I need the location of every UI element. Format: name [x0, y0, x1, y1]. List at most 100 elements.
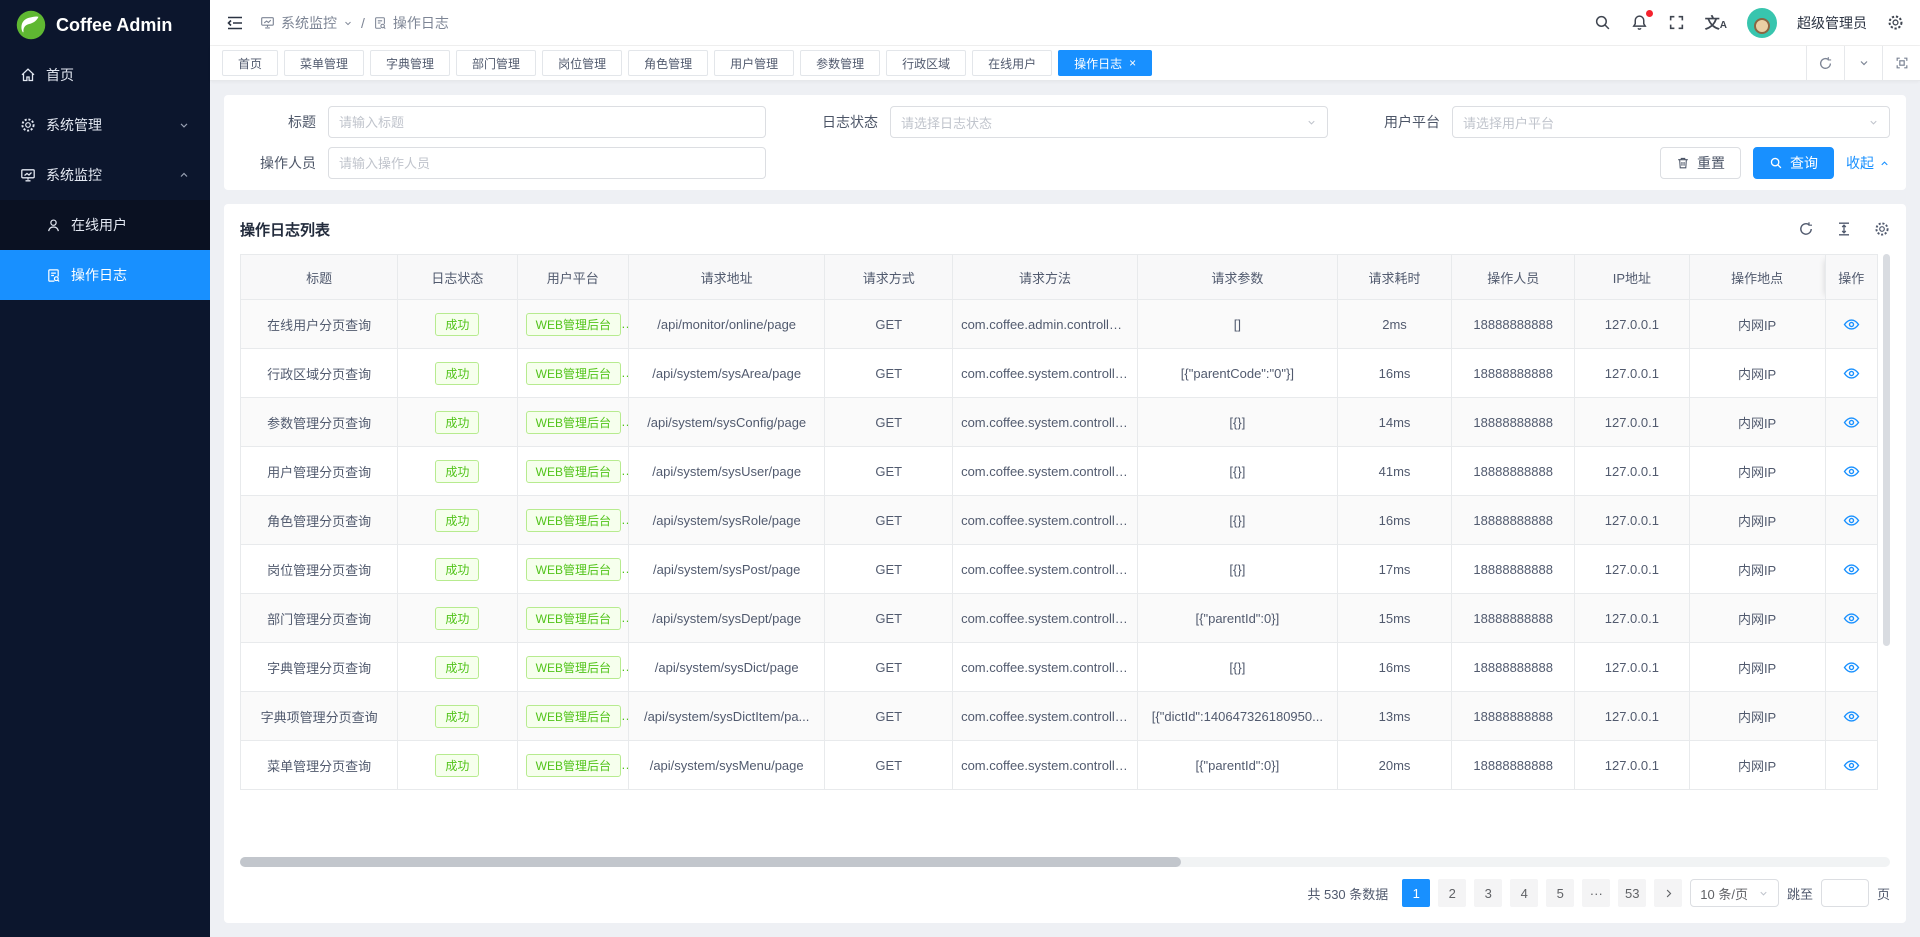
current-user-name[interactable]: 超级管理员 — [1797, 13, 1867, 33]
cell-title: 用户管理分页查询 — [241, 447, 398, 496]
tab[interactable]: 操作日志 × — [1058, 50, 1152, 76]
breadcrumb: 系统监控 / 操作日志 — [260, 13, 449, 33]
log-file-icon — [46, 268, 61, 283]
notification-dot — [1646, 10, 1653, 17]
close-icon[interactable]: × — [1129, 57, 1136, 69]
cell-title: 字典管理分页查询 — [241, 643, 398, 692]
monitor-icon — [260, 15, 275, 30]
title-input[interactable] — [339, 115, 755, 130]
chevron-down-icon[interactable] — [1844, 46, 1882, 80]
operator-input[interactable] — [339, 156, 755, 171]
view-detail-eye-icon[interactable] — [1843, 561, 1860, 578]
tab[interactable]: 在线用户 × — [972, 50, 1052, 76]
next-page-button[interactable] — [1654, 879, 1682, 907]
page-button[interactable]: 3 — [1474, 879, 1502, 907]
sidebar-item-home[interactable]: 首页 — [0, 50, 210, 100]
sidebar-item-system-mgmt[interactable]: 系统管理 — [0, 100, 210, 150]
tab[interactable]: 菜单管理 × — [284, 50, 364, 76]
cell-status: 成功 — [398, 447, 518, 496]
refresh-icon[interactable] — [1806, 46, 1844, 80]
search-icon[interactable] — [1594, 14, 1611, 31]
monitor-icon — [20, 167, 36, 183]
view-detail-eye-icon[interactable] — [1843, 708, 1860, 725]
app-logo: Coffee Admin — [0, 0, 210, 50]
refresh-icon[interactable] — [1798, 221, 1814, 237]
platform-badge: WEB管理后台 — [526, 509, 621, 532]
app-root: Coffee Admin 首页 系统管理 系统监控 — [0, 0, 1920, 937]
cell-duration: 20ms — [1337, 741, 1452, 790]
sidebar-item-operation-log[interactable]: 操作日志 — [0, 250, 210, 300]
sidebar-item-label: 操作日志 — [71, 265, 127, 285]
view-detail-eye-icon[interactable] — [1843, 365, 1860, 382]
column-settings-gear-icon[interactable] — [1874, 221, 1890, 237]
log-status-select[interactable]: 请选择日志状态 — [890, 106, 1328, 138]
page-button[interactable]: 53 — [1618, 879, 1646, 907]
view-detail-eye-icon[interactable] — [1843, 414, 1860, 431]
view-detail-eye-icon[interactable] — [1843, 512, 1860, 529]
tab[interactable]: 用户管理 × — [714, 50, 794, 76]
column-header: 请求方式 — [825, 255, 953, 300]
chevron-down-icon — [343, 18, 353, 28]
notification-bell-icon[interactable] — [1631, 14, 1648, 31]
vertical-scrollbar-thumb[interactable] — [1883, 254, 1890, 646]
sidebar-item-system-monitor[interactable]: 系统监控 — [0, 150, 210, 200]
sidebar-item-online-users[interactable]: 在线用户 — [0, 200, 210, 250]
cell-handler: com.coffee.system.controlle... — [953, 349, 1138, 398]
tab[interactable]: 角色管理 × — [628, 50, 708, 76]
tab[interactable]: 参数管理 × — [800, 50, 880, 76]
sidebar-item-label: 在线用户 — [71, 215, 127, 235]
horizontal-scrollbar-thumb[interactable] — [240, 857, 1181, 867]
cell-actions — [1825, 349, 1877, 398]
tab[interactable]: 字典管理 × — [370, 50, 450, 76]
search-button[interactable]: 查询 — [1753, 147, 1834, 179]
cell-status: 成功 — [398, 398, 518, 447]
user-platform-label: 用户平台 — [1364, 112, 1452, 132]
table-row: 行政区域分页查询 成功 WEB管理后台 /api/system/sysArea/… — [241, 349, 1878, 398]
cell-title: 角色管理分页查询 — [241, 496, 398, 545]
cell-platform: WEB管理后台 — [517, 447, 628, 496]
page-button[interactable]: 1 — [1402, 879, 1430, 907]
maximize-icon[interactable] — [1882, 46, 1920, 80]
view-detail-eye-icon[interactable] — [1843, 610, 1860, 627]
reset-button[interactable]: 重置 — [1660, 147, 1741, 179]
horizontal-scrollbar[interactable] — [240, 857, 1890, 867]
page-button[interactable]: ··· — [1582, 879, 1610, 907]
row-height-icon[interactable] — [1836, 221, 1852, 237]
cell-status: 成功 — [398, 741, 518, 790]
operation-log-table: 标题日志状态用户平台请求地址请求方式请求方法请求参数请求耗时操作人员IP地址操作… — [240, 254, 1878, 790]
settings-gear-icon[interactable] — [1887, 14, 1904, 31]
cell-platform: WEB管理后台 — [517, 692, 628, 741]
cell-operator: 18888888888 — [1452, 349, 1575, 398]
platform-badge: WEB管理后台 — [526, 607, 621, 630]
cell-handler: com.coffee.system.controlle... — [953, 594, 1138, 643]
jump-page-input[interactable] — [1821, 879, 1869, 907]
view-detail-eye-icon[interactable] — [1843, 463, 1860, 480]
collapse-filters-link[interactable]: 收起 — [1846, 153, 1890, 173]
cell-request-url: /api/system/sysUser/page — [628, 447, 824, 496]
user-platform-select[interactable]: 请选择用户平台 — [1452, 106, 1890, 138]
sidebar-item-label: 系统监控 — [46, 165, 102, 185]
cell-actions — [1825, 545, 1877, 594]
fullscreen-icon[interactable] — [1668, 14, 1685, 31]
view-detail-eye-icon[interactable] — [1843, 659, 1860, 676]
breadcrumb-parent[interactable]: 系统监控 — [260, 13, 353, 33]
tab[interactable]: 首页 × — [222, 50, 278, 76]
platform-badge: WEB管理后台 — [526, 754, 621, 777]
sidebar-collapse-icon[interactable] — [226, 14, 244, 32]
tab[interactable]: 部门管理 × — [456, 50, 536, 76]
page-button[interactable]: 4 — [1510, 879, 1538, 907]
avatar[interactable] — [1747, 8, 1777, 38]
page-button[interactable]: 2 — [1438, 879, 1466, 907]
home-icon — [20, 67, 36, 83]
view-detail-eye-icon[interactable] — [1843, 316, 1860, 333]
jump-prefix-label: 跳至 — [1787, 884, 1813, 903]
page-button[interactable]: 5 — [1546, 879, 1574, 907]
tab[interactable]: 行政区域 × — [886, 50, 966, 76]
cell-request-method: GET — [825, 545, 953, 594]
tab[interactable]: 岗位管理 × — [542, 50, 622, 76]
translate-icon[interactable]: 文A — [1705, 12, 1727, 33]
cell-location: 内网IP — [1689, 349, 1825, 398]
view-detail-eye-icon[interactable] — [1843, 757, 1860, 774]
cell-actions — [1825, 692, 1877, 741]
page-size-select[interactable]: 10 条/页 — [1690, 879, 1779, 907]
